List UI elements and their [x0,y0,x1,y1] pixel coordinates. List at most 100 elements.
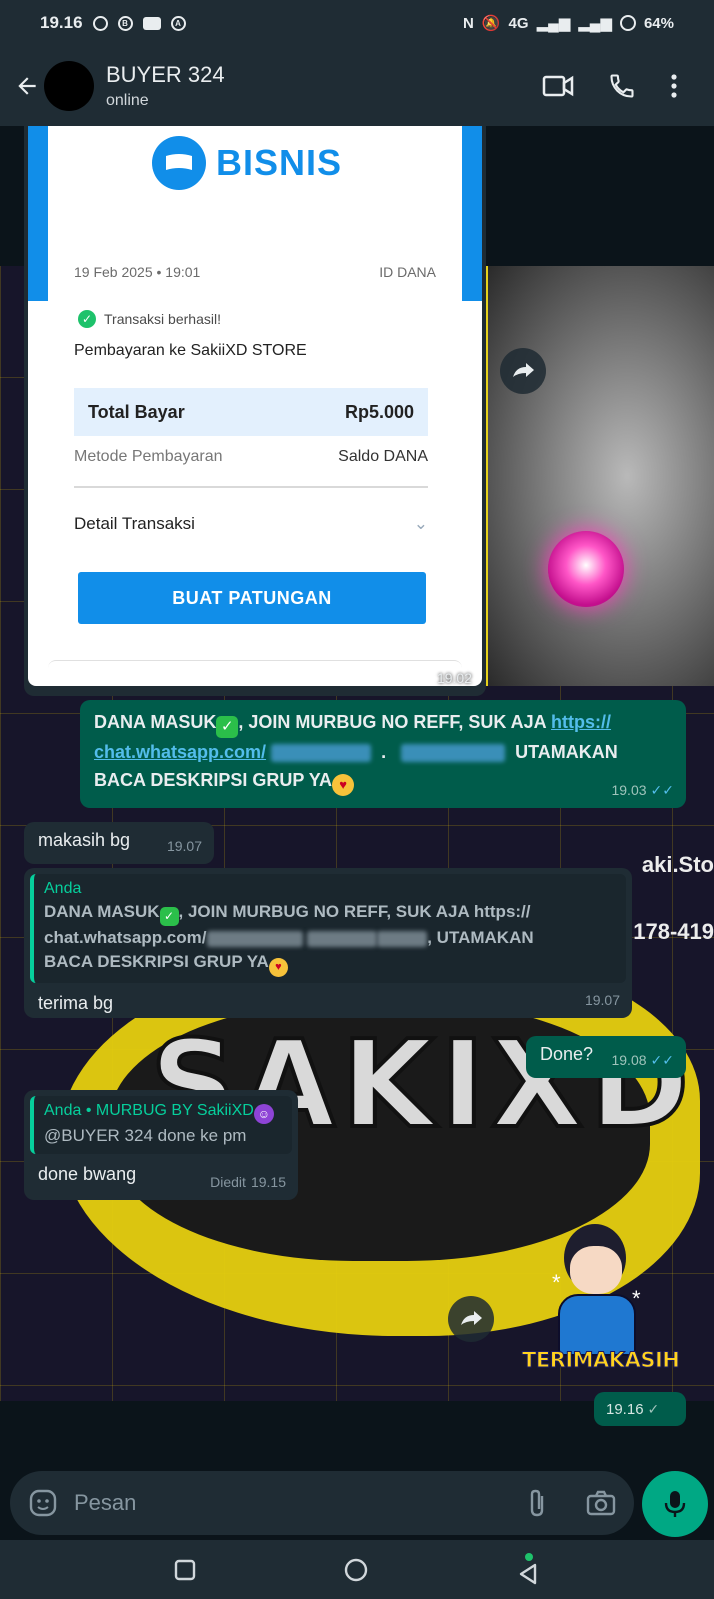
sticker-emoji-icon[interactable] [28,1488,58,1518]
battery-icon [619,15,636,31]
quoted-text-part: , UTAMAKAN [427,928,534,947]
chat-header: BUYER 324 online [0,46,714,126]
receipt-total-row: Total Bayar Rp5.000 [74,388,428,436]
incoming-message[interactable]: makasih bg 19.07 [24,822,214,864]
chevron-down-icon: ⌄ [413,514,428,533]
quoted-text: @BUYER 324 done ke pm [44,1126,247,1145]
a-notification-icon: A [170,15,186,31]
wallpaper-text-2: 178-419 [633,919,714,944]
contact-status: online [106,92,149,109]
redacted-text [206,930,303,947]
message-time: 19.07 [584,992,620,1008]
signal-2-icon: ▂▄▆ [578,15,612,32]
attach-icon[interactable] [526,1488,550,1518]
quoted-sender: Anda [44,880,82,897]
status-time: 19.16 [40,13,83,32]
contact-info[interactable]: BUYER 324 online [106,62,225,110]
message-text: , JOIN MURBUG NO REFF, SUK AJA [238,712,552,732]
check-circle-icon: ✓ [78,310,96,328]
check-mark-emoji-icon: ✓ [216,716,239,738]
message-link[interactable]: https:// [551,712,611,732]
chat-area[interactable]: SAKIXD aki.Sto 178-419 BISNIS 19 Feb 202… [0,126,714,1468]
read-ticks-icon: ✓✓ [650,782,674,798]
redacted-text [307,930,378,947]
smiling-hearts-emoji-icon: ♥ [268,958,288,977]
composer-bar: Pesan [0,1468,714,1540]
whatsapp-notification-icon [92,15,108,31]
message-time: 19.03 [611,782,647,798]
forward-button[interactable] [448,1296,494,1342]
back-nav-button[interactable] [515,1552,541,1587]
message-text: DANA MASUK [94,712,217,732]
receipt-detail-label: Detail Transaksi [74,514,195,533]
wallpaper-text-1: aki.Sto [641,852,714,877]
message-text: terima bg [38,993,114,1013]
message-text: UTAMAKAN [515,742,618,762]
message-time: 19.08 [611,1052,647,1068]
recent-apps-button[interactable] [173,1558,197,1582]
message-time: 19.02 [436,670,472,686]
message-text: done bwang [38,1164,137,1184]
redacted-text [377,930,428,947]
camera-icon[interactable] [586,1490,616,1516]
home-button[interactable] [343,1557,369,1583]
receipt-date: 19 Feb 2025 • 19:01 [74,264,201,280]
receipt-total-label: Total Bayar [88,401,185,422]
quoted-text-part: BACA DESKRIPSI GRUP YA [44,952,269,971]
receipt-bottom-card [48,660,462,686]
message-time: 19.16 [606,1401,644,1418]
incoming-reply-message[interactable]: Anda • MURBUG BY SakiiXD ☺ @BUYER 324 don… [24,1090,298,1200]
message-time: 19.07 [166,838,202,854]
status-bar: 19.16 B A N 🔕 4G ▂▄▆ ▂▄▆ 64% [0,0,714,46]
message-text: makasih bg [38,830,131,850]
quoted-text-part: , JOIN MURBUG NO REFF, SUK AJA https:// [178,902,531,921]
dana-logo: BISNIS [152,136,342,190]
receipt-id-label: ID DANA [379,264,436,280]
receipt-payment-to: Pembayaran ke SakiiXD STORE [74,342,307,359]
wallpaper-mask-art [480,266,714,686]
receipt-total-amount: Rp5.000 [344,401,414,422]
receipt-method-row: Metode Pembayaran Saldo DANA [74,448,428,466]
battery-level: 64% [643,14,674,32]
voice-record-button[interactable] [642,1471,708,1537]
read-ticks-icon: ✓✓ [650,1052,674,1068]
more-options-icon[interactable] [670,73,678,99]
business-notification-icon: B [117,15,133,31]
sticker-character-body [558,1294,636,1356]
incoming-reply-message[interactable]: Anda DANA MASUK ✓, JOIN MURBUG NO REFF, S… [24,868,632,1018]
receipt-success: ✓ Transaksi berhasil! [78,310,221,328]
message-input-placeholder: Pesan [74,1490,137,1515]
quoted-message[interactable]: Anda • MURBUG BY SakiiXD ☺ @BUYER 324 don… [30,1096,292,1154]
voice-call-icon[interactable] [608,72,636,100]
quoted-message[interactable]: Anda DANA MASUK ✓, JOIN MURBUG NO REFF, S… [30,874,626,983]
message-link-2[interactable]: chat.whatsapp.com [94,742,261,762]
outgoing-message[interactable]: DANA MASUK ✓, JOIN MURBUG NO REFF, SUK AJ… [80,700,686,808]
receipt-method-label: Metode Pembayaran [74,448,223,465]
receipt-right-band [462,126,482,301]
sticker-time-badge: 19.16 ✓ [594,1392,686,1426]
video-call-icon[interactable] [542,73,574,99]
message-input[interactable]: Pesan [10,1471,634,1535]
outgoing-message[interactable]: Done? 19.08 ✓✓ [526,1036,686,1078]
forward-button[interactable] [500,348,546,394]
check-mark-emoji-icon: ✓ [159,907,179,926]
sticker-character-face [570,1246,622,1294]
sparkle-icon: * [552,1270,561,1295]
avatar[interactable] [44,61,94,111]
devil-emoji-icon: ☺ [253,1104,274,1124]
receipt-image[interactable]: BISNIS 19 Feb 2025 • 19:01 ID DANA ✓ Tra… [28,126,482,686]
receipt-method-value: Saldo DANA [338,448,428,465]
sticker-message[interactable]: * * TERIMAKASIH [522,1220,681,1392]
quoted-text-part: chat.whatsapp.com [44,928,202,947]
message-text: BACA DESKRIPSI GRUP YA [94,770,333,790]
receipt-divider [74,486,428,488]
edited-label: Diedit [210,1174,246,1190]
contact-name: BUYER 324 [106,62,225,87]
receipt-detail-row: Detail Transaksi ⌄ [74,514,428,534]
image-message[interactable]: BISNIS 19 Feb 2025 • 19:01 ID DANA ✓ Tra… [24,126,486,696]
forward-icon [461,1311,482,1325]
quoted-sender-text: Anda • MURBUG BY SakiiXD [44,1102,254,1119]
receipt-left-band [28,126,48,301]
sticker-label: TERIMAKASIH [522,1348,681,1373]
back-arrow-icon [18,77,36,95]
